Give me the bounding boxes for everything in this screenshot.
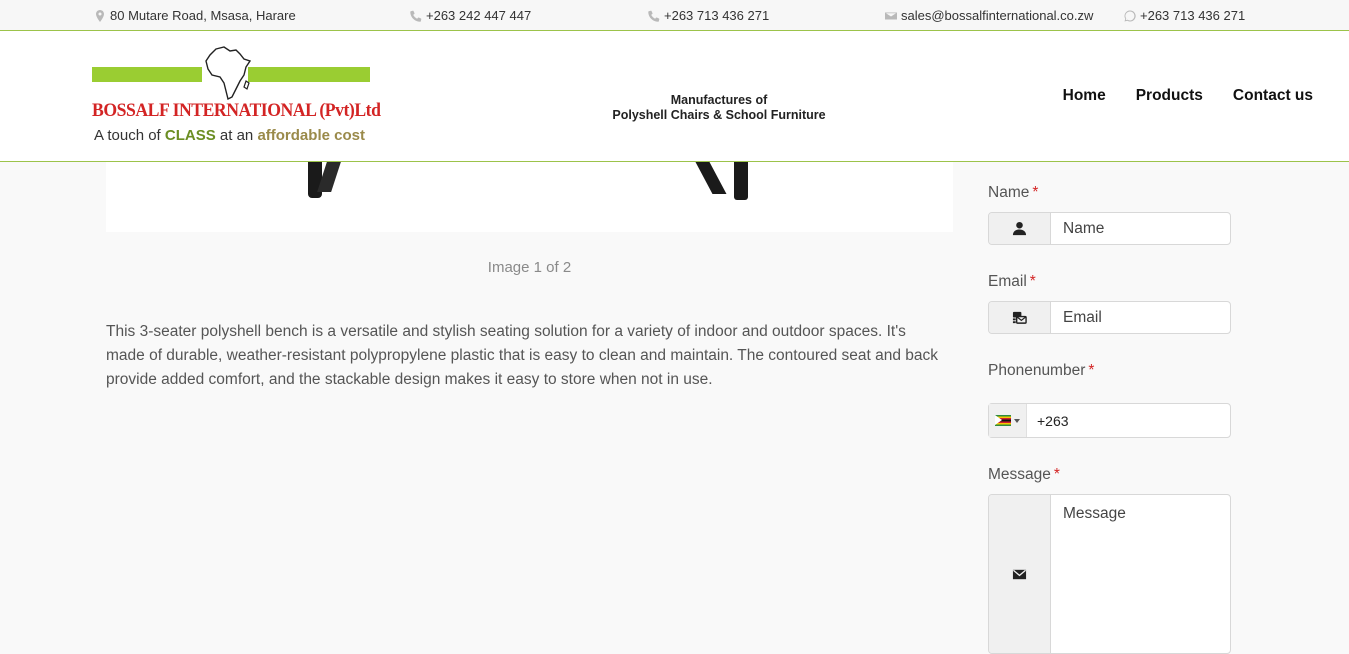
africa-map-icon [205, 46, 252, 101]
whatsapp-item[interactable]: +263 713 436 271 [1124, 8, 1245, 23]
message-addon [989, 495, 1051, 653]
zimbabwe-flag-icon [995, 415, 1011, 426]
email-input-group: Email [988, 301, 1231, 334]
whatsapp-icon [1124, 9, 1136, 21]
slogan-class: CLASS [164, 127, 216, 144]
phone-input[interactable]: +263 [1027, 413, 1069, 429]
bench-leg-right [695, 162, 727, 194]
required-mark: * [1053, 466, 1060, 483]
main-nav: Home Products Contact us [1063, 87, 1313, 105]
bench-leg-right-foot [734, 162, 748, 200]
mobile-icon [648, 10, 660, 22]
message-textarea[interactable]: Message [1051, 495, 1230, 653]
product-description: This 3-seater polyshell bench is a versa… [106, 323, 939, 388]
phone-input-group: +263 [988, 403, 1231, 438]
chevron-down-icon [1014, 418, 1020, 423]
brand-name: BOSSALF INTERNATIONAL (Pvt)Ltd [92, 100, 381, 121]
logo-bar-right [248, 67, 370, 82]
message-label-text: Message [988, 466, 1051, 483]
header-tagline: Manufactures of Polyshell Chairs & Schoo… [560, 93, 878, 123]
nav-contact-us[interactable]: Contact us [1233, 87, 1313, 105]
email-input[interactable]: Email [1051, 302, 1230, 333]
email-addon [989, 302, 1051, 333]
email-text[interactable]: sales@bossalfinternational.co.zw [901, 8, 1093, 23]
tagline-line1: Manufactures of [670, 93, 768, 107]
name-input-group: Name [988, 212, 1231, 245]
company-logo[interactable]: BOSSALF INTERNATIONAL (Pvt)Ltd A touch o… [92, 45, 381, 145]
product-image[interactable] [106, 162, 953, 232]
whatsapp-text[interactable]: +263 713 436 271 [1140, 8, 1245, 23]
slogan-affordable: affordable cost [257, 127, 365, 144]
name-input[interactable]: Name [1051, 213, 1230, 244]
country-selector[interactable] [989, 404, 1027, 437]
required-mark: * [1032, 184, 1039, 201]
phone-icon [410, 10, 422, 22]
address-text: 80 Mutare Road, Msasa, Harare [110, 8, 296, 23]
phone1-item[interactable]: +263 242 447 447 [410, 8, 531, 23]
phone-label: Phonenumber * [988, 362, 1094, 380]
email-label-text: Email [988, 273, 1027, 290]
site-header: BOSSALF INTERNATIONAL (Pvt)Ltd A touch o… [0, 31, 1349, 162]
address-item: 80 Mutare Road, Msasa, Harare [94, 8, 296, 23]
top-info-bar: 80 Mutare Road, Msasa, Harare +263 242 4… [0, 0, 1349, 31]
slogan-part1: A touch of [94, 127, 165, 144]
phone-label-text: Phonenumber [988, 362, 1086, 379]
envelope-icon [885, 12, 897, 19]
message-label: Message * [988, 466, 1060, 484]
required-mark: * [1088, 362, 1095, 379]
name-label-text: Name [988, 184, 1030, 201]
name-label: Name * [988, 184, 1038, 202]
tagline-line2: Polyshell Chairs & School Furniture [612, 108, 826, 122]
map-marker-icon [96, 9, 104, 22]
slogan-part2: at an [215, 127, 258, 144]
logo-slogan: A touch of CLASS at an affordable cost [94, 127, 365, 144]
phone2-text[interactable]: +263 713 436 271 [664, 8, 769, 23]
name-addon [989, 213, 1051, 244]
nav-home[interactable]: Home [1063, 87, 1106, 105]
message-input-group: Message [988, 494, 1231, 654]
logo-bar-left [92, 67, 202, 82]
nav-products[interactable]: Products [1136, 87, 1203, 105]
envelope-icon [1012, 569, 1027, 579]
mail-bulk-icon [1012, 311, 1027, 324]
email-label: Email * [988, 273, 1036, 291]
phone2-item[interactable]: +263 713 436 271 [648, 8, 769, 23]
email-item[interactable]: sales@bossalfinternational.co.zw [885, 8, 1093, 23]
image-caption: Image 1 of 2 [487, 259, 572, 276]
user-icon [1012, 221, 1027, 236]
required-mark: * [1029, 273, 1036, 290]
phone1-text[interactable]: +263 242 447 447 [426, 8, 531, 23]
